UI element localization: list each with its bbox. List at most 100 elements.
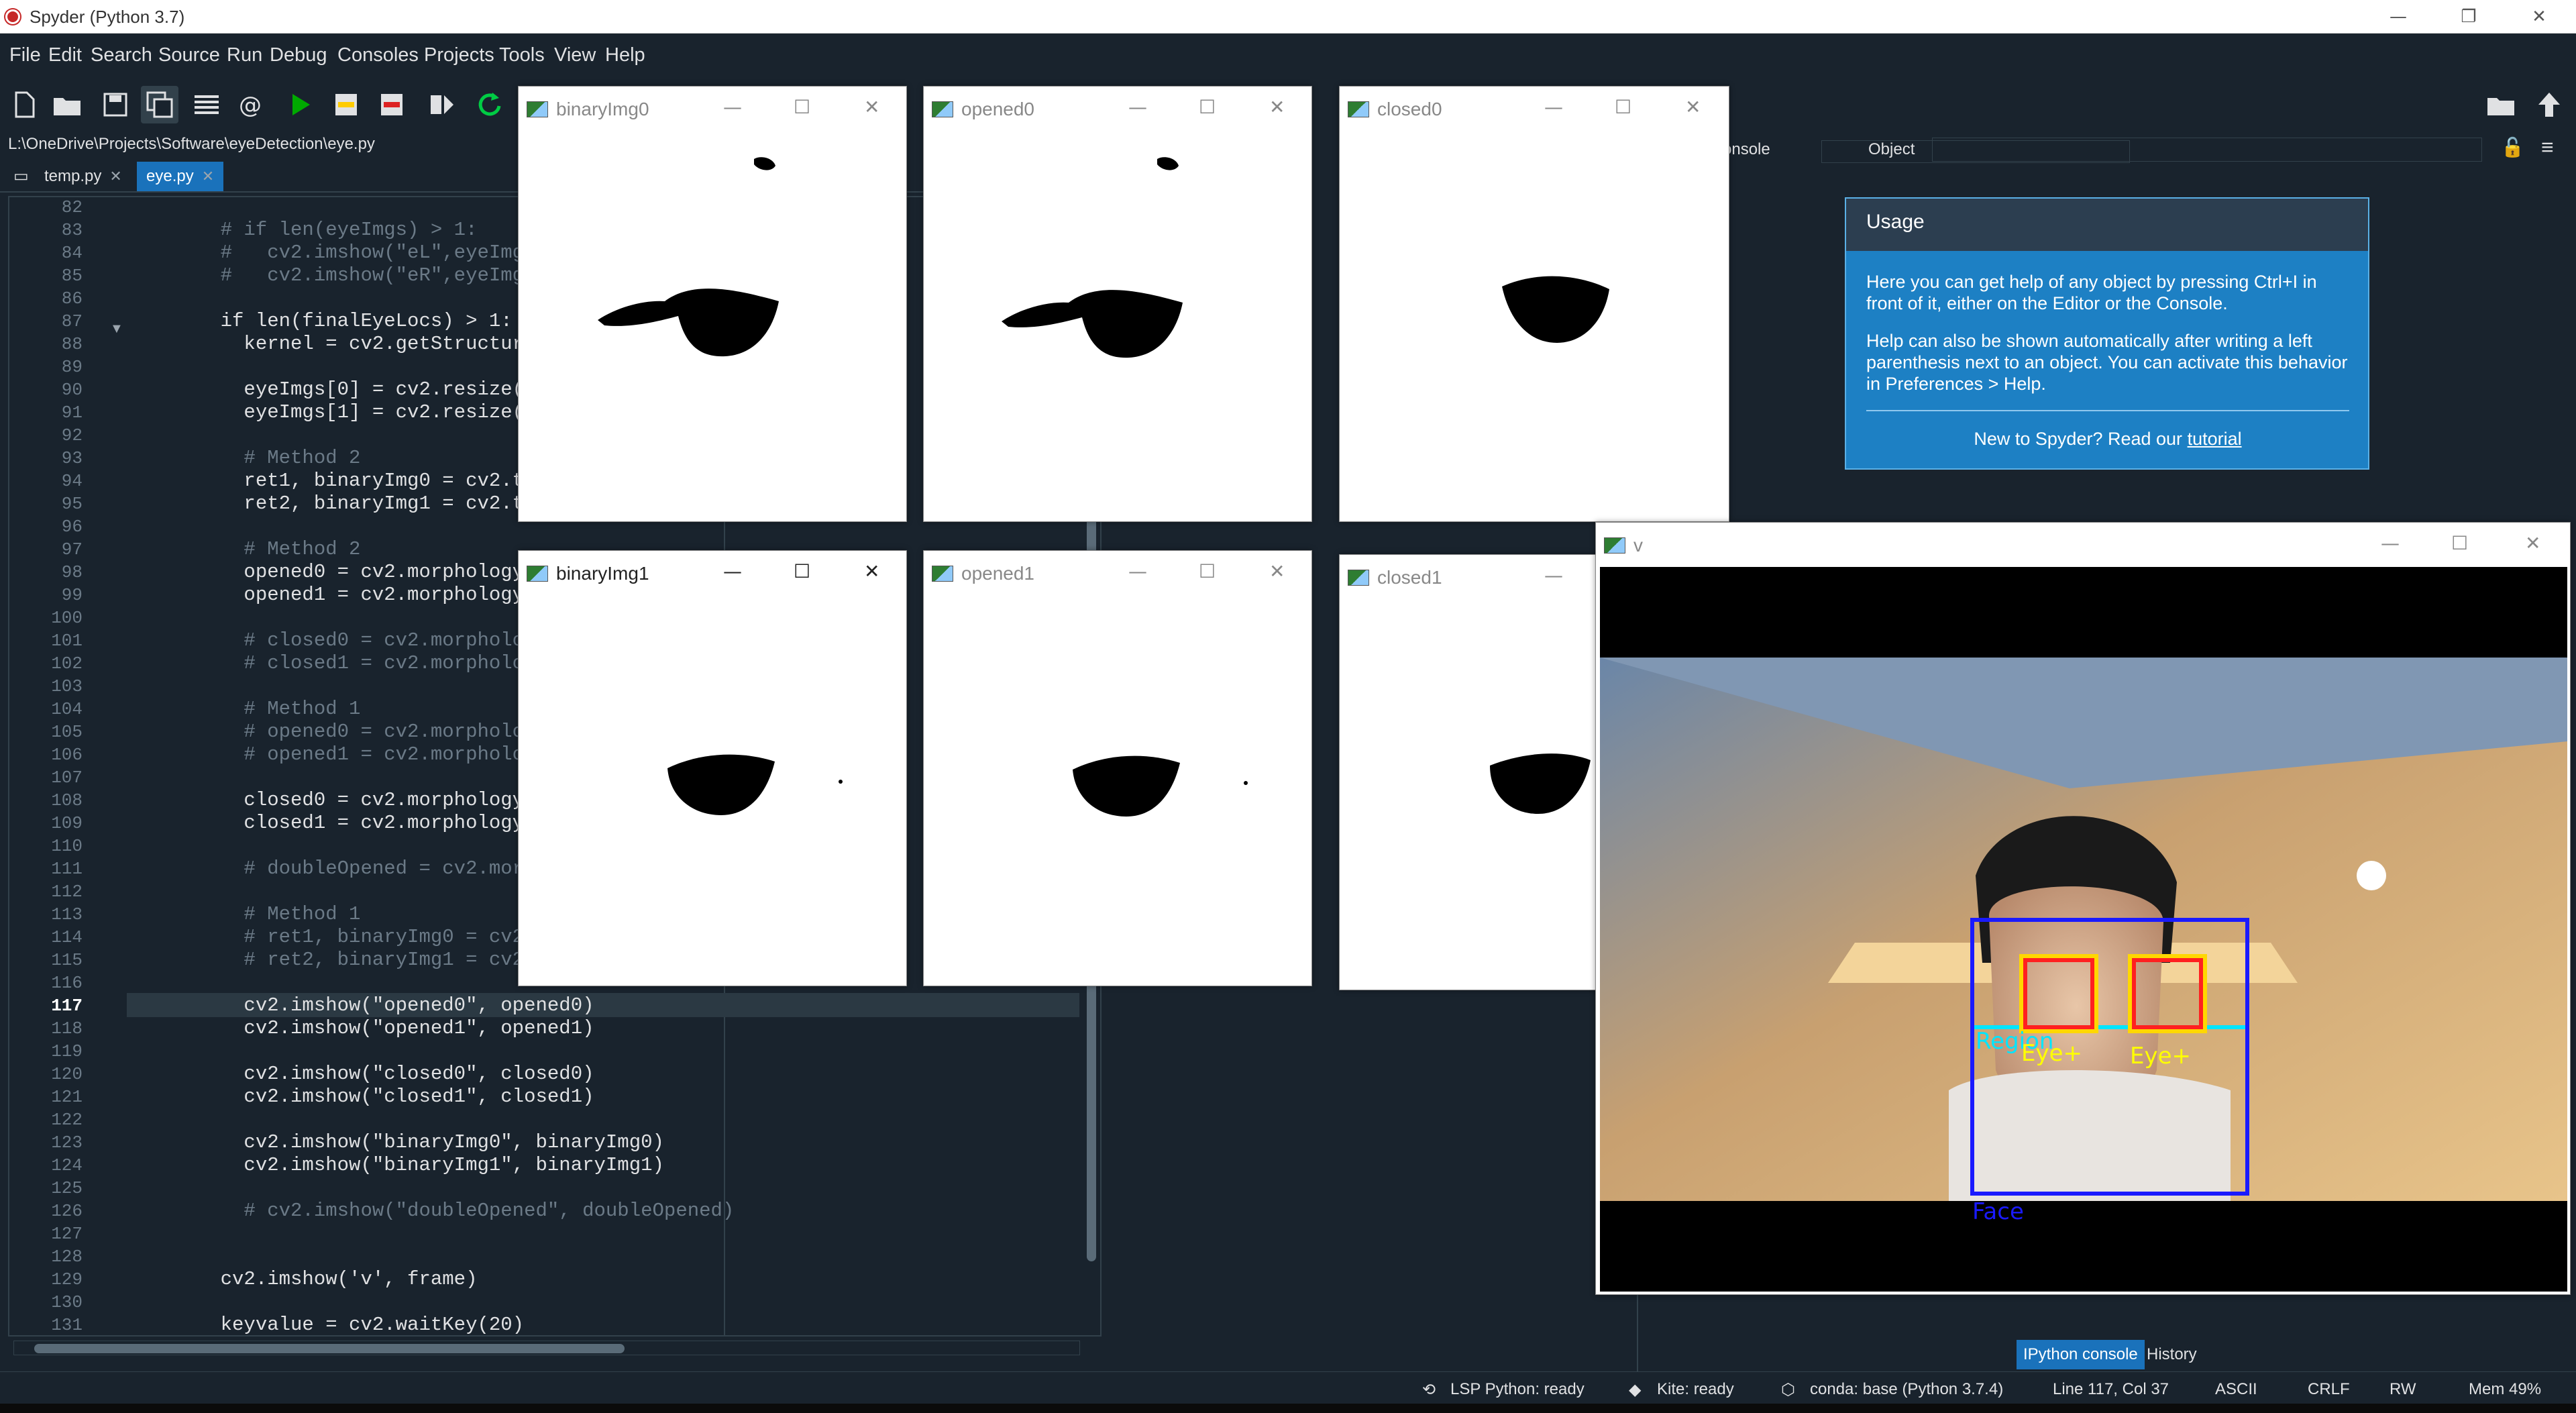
- menu-help[interactable]: Help: [605, 44, 645, 66]
- code-line: eyeImgs[0] = cv2.resize(eye: [174, 378, 559, 401]
- editor-horizontal-scrollbar[interactable]: [13, 1341, 1080, 1355]
- code-line: # cv2.imshow("doubleOpened", doubleOpene…: [174, 1200, 735, 1222]
- browse-folder-icon[interactable]: [2482, 86, 2520, 123]
- line-number: 125: [51, 1178, 83, 1198]
- maximize-icon[interactable]: ☐: [2451, 532, 2468, 554]
- email-at-icon[interactable]: @: [232, 86, 270, 123]
- window-camera-v[interactable]: v — ☐ ✕ Region Eye+ Eye+ Face: [1595, 522, 2571, 1295]
- code-line: # opened0 = cv2.morphologyE: [174, 721, 559, 743]
- close-icon[interactable]: ✕: [864, 96, 879, 118]
- spyder-logo-icon: [5, 9, 20, 24]
- parent-dir-icon[interactable]: [2530, 86, 2568, 123]
- close-icon[interactable]: ✕: [2525, 532, 2540, 554]
- maximize-icon[interactable]: ❐: [2435, 3, 2502, 31]
- line-number: 123: [51, 1133, 83, 1153]
- help-object-bar: onsole Object 🔓 ≡: [1637, 131, 2576, 168]
- conda-status[interactable]: conda: base (Python 3.7.4): [1810, 1380, 2003, 1399]
- line-number: 104: [51, 699, 83, 719]
- close-icon[interactable]: ✕: [1269, 560, 1285, 582]
- close-tab-icon[interactable]: ✕: [109, 168, 121, 185]
- close-icon[interactable]: ✕: [1685, 96, 1701, 118]
- lsp-status[interactable]: LSP Python: ready: [1450, 1380, 1585, 1399]
- object-input[interactable]: [1932, 138, 2482, 162]
- save-icon[interactable]: [97, 86, 134, 123]
- menu-view[interactable]: View: [554, 44, 596, 66]
- line-number-gutter: 82 83 84 85 86 87 88 89 90 91 92 93 94 95 96 97 98 99 100 1…: [9, 197, 93, 1335]
- maximize-icon[interactable]: ☐: [794, 96, 810, 118]
- menu-consoles[interactable]: Consoles: [337, 44, 419, 66]
- minimize-icon[interactable]: —: [1128, 560, 1147, 582]
- menu-file[interactable]: File: [9, 44, 41, 66]
- code-line: closed1 = cv2.morphologyEx(: [174, 812, 559, 834]
- run-selection-icon[interactable]: [423, 86, 460, 123]
- maximize-icon[interactable]: ☐: [1199, 96, 1216, 118]
- menu-edit[interactable]: Edit: [48, 44, 82, 66]
- run-cell-icon[interactable]: [327, 86, 365, 123]
- minimize-icon[interactable]: —: [1128, 96, 1147, 118]
- window-binaryImg1[interactable]: binaryImg1 — ☐ ✕: [518, 550, 907, 986]
- line-number: 128: [51, 1247, 83, 1267]
- minimize-icon[interactable]: —: [2381, 532, 2400, 554]
- tab-eye-py[interactable]: eye.py ✕: [137, 162, 224, 191]
- popup-titlebar: closed0 — ☐ ✕: [1340, 87, 1729, 131]
- line-number: 103: [51, 676, 83, 696]
- minimize-icon[interactable]: —: [723, 560, 742, 582]
- menu-run[interactable]: Run: [227, 44, 262, 66]
- close-icon[interactable]: ✕: [864, 560, 879, 582]
- close-icon[interactable]: ✕: [2506, 3, 2573, 31]
- menu-projects[interactable]: Projects: [424, 44, 494, 66]
- line-number: 82: [61, 197, 83, 217]
- code-line: # ret1, binaryImg0 = cv2.th: [174, 926, 559, 948]
- options-menu-icon[interactable]: ≡: [2541, 135, 2554, 160]
- file-list-icon[interactable]: [188, 86, 225, 123]
- maximize-icon[interactable]: ☐: [1615, 96, 1631, 118]
- code-line: # if len(eyeImgs) > 1:: [174, 219, 478, 241]
- opencv-window-icon: [932, 566, 953, 582]
- line-number: 118: [51, 1018, 83, 1039]
- menu-tools[interactable]: Tools: [499, 44, 545, 66]
- browse-tabs-icon[interactable]: ▭: [4, 162, 38, 191]
- minimize-icon[interactable]: —: [723, 96, 742, 118]
- tutorial-link[interactable]: tutorial: [2188, 429, 2242, 449]
- close-tab-icon[interactable]: ✕: [202, 168, 214, 185]
- line-number: 115: [51, 950, 83, 970]
- maximize-icon[interactable]: ☐: [1199, 560, 1216, 582]
- code-line: eyeImgs[1] = cv2.resize(eye: [174, 401, 559, 423]
- lock-icon[interactable]: 🔓: [2501, 136, 2524, 158]
- object-label: Object: [1868, 140, 1915, 158]
- tab-temp-py[interactable]: temp.py ✕: [35, 162, 131, 191]
- opencv-window-icon: [932, 101, 953, 117]
- code-line: cv2.imshow("closed0", closed0): [174, 1063, 594, 1085]
- run-cell-advance-icon[interactable]: [373, 86, 411, 123]
- minimize-icon[interactable]: —: [1544, 564, 1563, 586]
- menu-source[interactable]: Source: [158, 44, 220, 66]
- tab-history[interactable]: History: [2140, 1340, 2204, 1369]
- scroll-thumb[interactable]: [34, 1344, 625, 1353]
- line-number: 120: [51, 1064, 83, 1084]
- window-opened1[interactable]: opened1 — ☐ ✕: [923, 550, 1312, 986]
- close-icon[interactable]: ✕: [1269, 96, 1285, 118]
- save-all-icon[interactable]: [141, 86, 178, 123]
- line-number: 92: [61, 425, 83, 446]
- maximize-icon[interactable]: ☐: [794, 560, 810, 582]
- line-number: 112: [51, 882, 83, 902]
- minimize-icon[interactable]: —: [1544, 96, 1563, 118]
- rerun-icon[interactable]: [470, 86, 507, 123]
- status-bar: ⟲ LSP Python: ready ◆ Kite: ready ⬡ cond…: [0, 1371, 2576, 1404]
- line-number: 89: [61, 357, 83, 377]
- menu-debug[interactable]: Debug: [270, 44, 327, 66]
- window-binaryImg0[interactable]: binaryImg0 — ☐ ✕: [518, 86, 907, 522]
- line-number: 108: [51, 790, 83, 810]
- code-line: # opened1 = cv2.morphologyE: [174, 743, 559, 766]
- minimize-icon[interactable]: —: [2365, 3, 2432, 31]
- window-closed0[interactable]: closed0 — ☐ ✕: [1339, 86, 1729, 522]
- help-p3-text: New to Spyder? Read our: [1974, 429, 2188, 449]
- new-file-icon[interactable]: [5, 86, 43, 123]
- open-file-icon[interactable]: [48, 86, 86, 123]
- fold-arrow-icon[interactable]: ▼: [110, 321, 123, 337]
- run-icon[interactable]: [282, 86, 319, 123]
- kite-status[interactable]: Kite: ready: [1657, 1380, 1734, 1399]
- menu-search[interactable]: Search: [91, 44, 152, 66]
- tab-ipython-console[interactable]: IPython console: [2017, 1340, 2145, 1369]
- window-opened0[interactable]: opened0 — ☐ ✕: [923, 86, 1312, 522]
